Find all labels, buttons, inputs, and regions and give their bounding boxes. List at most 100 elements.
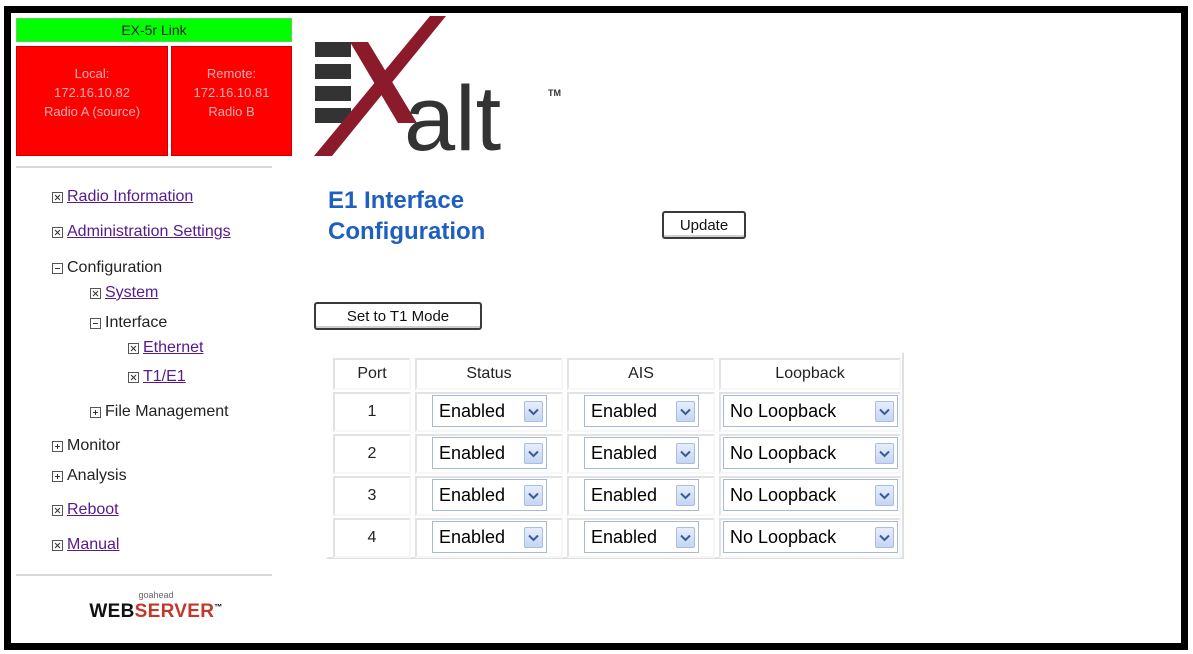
nav-interface-label: Interface — [105, 314, 168, 331]
dropdown-arrow-icon[interactable] — [524, 527, 543, 548]
ais-select-value: Enabled — [591, 526, 658, 547]
loopback-select[interactable]: No Loopback — [723, 479, 898, 511]
nav-file-management[interactable]: File Management — [90, 403, 229, 421]
remote-role: Radio B — [208, 104, 255, 119]
nav-ethernet-link[interactable]: Ethernet — [143, 339, 203, 357]
nav-manual[interactable]: Manual — [52, 536, 119, 554]
ais-select-value: Enabled — [591, 484, 658, 505]
collapsed-leaf-icon — [128, 342, 139, 354]
nav-t1e1[interactable]: T1/E1 — [128, 368, 186, 386]
webserver-web: WEB — [89, 601, 135, 622]
nav-ethernet[interactable]: Ethernet — [128, 339, 203, 357]
collapse-icon[interactable] — [52, 262, 63, 274]
nav-monitor-label: Monitor — [67, 437, 121, 454]
status-select[interactable]: Enabled — [432, 479, 547, 511]
status-select-value: Enabled — [439, 400, 506, 421]
nav-manual-link[interactable]: Manual — [67, 536, 119, 554]
collapsed-leaf-icon — [52, 226, 63, 238]
status-select-value: Enabled — [439, 526, 506, 547]
collapsed-leaf-icon — [52, 191, 63, 203]
nav-monitor[interactable]: Monitor — [52, 437, 120, 455]
nav-system[interactable]: System — [90, 284, 158, 302]
nav-interface[interactable]: Interface — [90, 314, 167, 332]
logo-bar-1 — [315, 42, 351, 57]
loopback-select-value: No Loopback — [730, 442, 837, 463]
exalt-logo: alt TM — [314, 16, 561, 156]
ais-select-value: Enabled — [591, 442, 658, 463]
status-select-value: Enabled — [439, 442, 506, 463]
nav-t1e1-link[interactable]: T1/E1 — [143, 368, 186, 386]
collapsed-leaf-icon — [128, 371, 139, 383]
header-status: Status — [415, 358, 563, 390]
local-label: Local: — [74, 66, 110, 81]
link-status-bar: EX-5r Link — [16, 18, 292, 42]
set-t1-mode-button[interactable]: Set to T1 Mode — [314, 302, 482, 330]
nav-administration-settings-link[interactable]: Administration Settings — [67, 223, 231, 241]
nav-administration-settings[interactable]: Administration Settings — [52, 223, 231, 241]
dropdown-arrow-icon[interactable] — [676, 401, 695, 422]
dropdown-arrow-icon[interactable] — [875, 401, 894, 422]
expand-icon[interactable] — [52, 440, 63, 452]
nav-radio-information[interactable]: Radio Information — [52, 188, 193, 206]
port-cell: 2 — [333, 434, 411, 474]
loopback-select-value: No Loopback — [730, 526, 837, 547]
dropdown-arrow-icon[interactable] — [875, 443, 894, 464]
nav-reboot-link[interactable]: Reboot — [67, 501, 119, 519]
status-select[interactable]: Enabled — [432, 437, 547, 469]
dropdown-arrow-icon[interactable] — [676, 443, 695, 464]
nav-system-link[interactable]: System — [105, 284, 158, 302]
status-select-value: Enabled — [439, 484, 506, 505]
page-title-line-1: E1 Interface — [328, 187, 465, 214]
loopback-select[interactable]: No Loopback — [723, 521, 898, 553]
local-role: Radio A (source) — [43, 104, 141, 119]
nav-radio-information-link[interactable]: Radio Information — [67, 188, 193, 206]
header-port: Port — [333, 358, 411, 390]
ais-select[interactable]: Enabled — [584, 479, 699, 511]
goahead-label: goahead — [138, 590, 174, 600]
status-select[interactable]: Enabled — [432, 395, 547, 427]
nav-analysis[interactable]: Analysis — [52, 467, 127, 485]
logo-bar-3 — [315, 86, 351, 101]
nav-file-management-label: File Management — [105, 403, 229, 420]
logo-bar-2 — [315, 64, 351, 79]
nav-separator-top — [16, 166, 272, 168]
ais-select[interactable]: Enabled — [584, 395, 699, 427]
loopback-select-value: No Loopback — [730, 400, 837, 421]
webserver-server: SERVER — [134, 601, 215, 622]
dropdown-arrow-icon[interactable] — [875, 485, 894, 506]
dropdown-arrow-icon[interactable] — [524, 485, 543, 506]
expand-icon[interactable] — [90, 406, 101, 418]
dropdown-arrow-icon[interactable] — [524, 443, 543, 464]
dropdown-arrow-icon[interactable] — [875, 527, 894, 548]
loopback-select[interactable]: No Loopback — [723, 395, 898, 427]
remote-radio-status: Remote: 172.16.10.81 Radio B — [171, 46, 292, 156]
e1-port-table: Port Status AIS Loopback 1 Enabled Enabl… — [326, 352, 904, 559]
collapsed-leaf-icon — [52, 504, 63, 516]
port-cell: 4 — [333, 518, 411, 558]
header-ais: AIS — [567, 358, 715, 390]
ais-select[interactable]: Enabled — [584, 437, 699, 469]
dropdown-arrow-icon[interactable] — [676, 527, 695, 548]
remote-label: Remote: — [206, 66, 257, 81]
port-cell: 1 — [333, 392, 411, 432]
remote-ip: 172.16.10.81 — [193, 85, 270, 100]
dropdown-arrow-icon[interactable] — [676, 485, 695, 506]
nav-configuration[interactable]: Configuration — [52, 259, 162, 277]
link-title: EX-5r Link — [121, 22, 187, 38]
dropdown-arrow-icon[interactable] — [524, 401, 543, 422]
nav-reboot[interactable]: Reboot — [52, 501, 119, 519]
collapse-icon[interactable] — [90, 317, 101, 329]
nav-analysis-label: Analysis — [67, 467, 127, 484]
goahead-webserver-logo: goahead WEBSERVER™ — [76, 590, 236, 623]
collapsed-leaf-icon — [52, 539, 63, 551]
loopback-select-value: No Loopback — [730, 484, 837, 505]
status-select[interactable]: Enabled — [432, 521, 547, 553]
collapsed-leaf-icon — [90, 287, 101, 299]
local-ip: 172.16.10.82 — [54, 85, 130, 100]
expand-icon[interactable] — [52, 470, 63, 482]
loopback-select[interactable]: No Loopback — [723, 437, 898, 469]
local-radio-status: Local: 172.16.10.82 Radio A (source) — [16, 46, 168, 156]
nav-configuration-label: Configuration — [67, 259, 163, 276]
ais-select[interactable]: Enabled — [584, 521, 699, 553]
update-button[interactable]: Update — [662, 211, 746, 239]
